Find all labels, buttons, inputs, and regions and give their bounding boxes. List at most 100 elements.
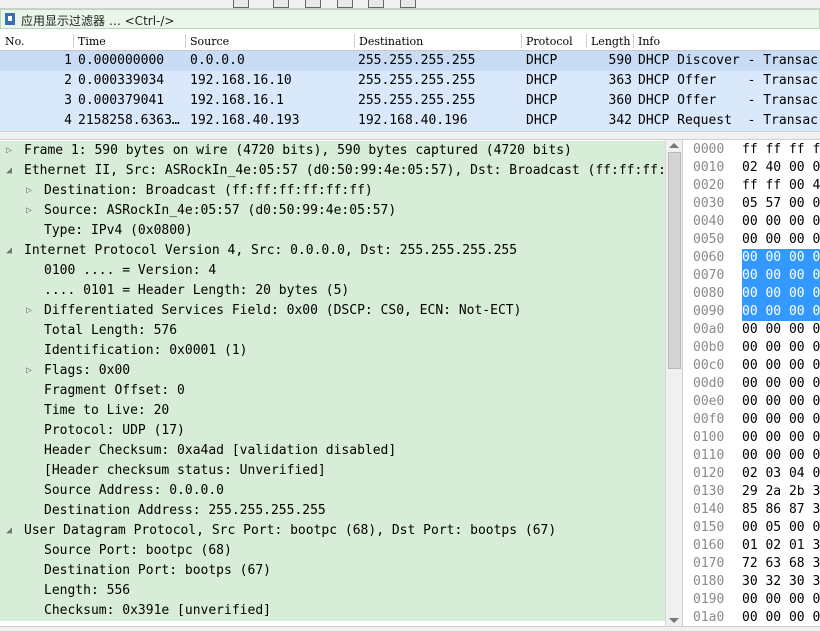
detail-field-row[interactable]: Length: 556 <box>0 581 665 601</box>
hex-row[interactable]: 0030 05 57 00 0 <box>683 195 820 213</box>
detail-text: Ethernet II, Src: ASRockIn_4e:05:57 (d0:… <box>24 163 665 178</box>
expand-arrow-down-icon[interactable]: ◢ <box>4 161 14 181</box>
hex-row[interactable]: 00a0 00 00 00 0 <box>683 321 820 339</box>
hex-bytes: 00 00 00 0 <box>742 412 820 427</box>
pane-splitter[interactable] <box>0 131 820 140</box>
hex-row[interactable]: 0040 00 00 00 0 <box>683 213 820 231</box>
hex-row[interactable]: 0100 00 00 00 0 <box>683 429 820 447</box>
expand-arrow-down-icon[interactable]: ◢ <box>4 241 14 261</box>
detail-field-row[interactable]: ▷ Destination: Broadcast (ff:ff:ff:ff:ff:… <box>0 181 665 201</box>
hex-row[interactable]: 0170 72 63 68 3 <box>683 555 820 573</box>
scroll-down-icon[interactable] <box>669 618 679 623</box>
hex-row[interactable]: 0180 30 32 30 3 <box>683 573 820 591</box>
toolbar-button[interactable] <box>273 0 289 8</box>
packet-bytes-pane[interactable]: 0000 ff ff ff f 0010 02 40 00 0 0020 ff ff 00… <box>682 140 820 626</box>
detail-field-row[interactable]: Fragment Offset: 0 <box>0 381 665 401</box>
details-scrollbar[interactable] <box>665 140 682 626</box>
packet-row[interactable]: 2 0.000339034 192.168.16.10 255.255.255.255… <box>0 71 820 91</box>
detail-text: 0100 .... = Version: 4 <box>44 263 217 278</box>
hex-row[interactable]: 0090 00 00 00 0 <box>683 303 820 321</box>
hex-row[interactable]: 00e0 00 00 00 0 <box>683 393 820 411</box>
display-filter-input[interactable]: 应用显示过滤器 … <Ctrl-/> <box>21 12 174 29</box>
expand-arrow-right-icon[interactable]: ▷ <box>24 181 34 201</box>
hex-row[interactable]: 0140 85 86 87 3 <box>683 501 820 519</box>
detail-protocol-row[interactable]: ◢ User Datagram Protocol, Src Port: bootp… <box>0 521 665 541</box>
packet-row[interactable]: 4 2158258.6363… 192.168.40.193 192.168.40.1… <box>0 111 820 131</box>
toolbar-button[interactable] <box>233 0 249 8</box>
expand-arrow-right-icon[interactable]: ▷ <box>24 201 34 221</box>
detail-field-row[interactable]: [Header checksum status: Unverified] <box>0 461 665 481</box>
hex-row[interactable]: 00f0 00 00 00 0 <box>683 411 820 429</box>
packet-cell-destination: 255.255.255.255 <box>358 73 476 88</box>
packet-list[interactable]: 1 0.000000000 0.0.0.0 255.255.255.255 DHCP 59… <box>0 51 820 131</box>
hex-row[interactable]: 0150 00 05 00 0 <box>683 519 820 537</box>
column-header-time[interactable]: Time <box>78 35 106 48</box>
hex-bytes: 00 00 00 0 <box>742 394 820 409</box>
scroll-up-icon[interactable] <box>669 143 679 148</box>
column-header-length[interactable]: Length <box>591 35 630 48</box>
scrollbar-thumb[interactable] <box>668 152 681 369</box>
detail-field-row[interactable]: ▷ Flags: 0x00 <box>0 361 665 381</box>
column-header-info[interactable]: Info <box>638 35 660 48</box>
toolbar-button[interactable] <box>400 0 416 8</box>
hex-offset: 00a0 <box>693 322 725 337</box>
detail-field-row[interactable]: Time to Live: 20 <box>0 401 665 421</box>
hex-row[interactable]: 00c0 00 00 00 0 <box>683 357 820 375</box>
hex-row[interactable]: 0020 ff ff 00 4 <box>683 177 820 195</box>
hex-row[interactable]: 0060 00 00 00 0 <box>683 249 820 267</box>
toolbar-button[interactable] <box>368 0 384 8</box>
hex-row[interactable]: 01a0 00 00 00 0 <box>683 609 820 626</box>
hex-row[interactable]: 0080 00 00 00 0 <box>683 285 820 303</box>
detail-field-row[interactable]: 0100 .... = Version: 4 <box>0 261 665 281</box>
bookmark-icon[interactable] <box>5 13 15 25</box>
hex-row[interactable]: 0010 02 40 00 0 <box>683 159 820 177</box>
horizontal-scrollbar[interactable] <box>0 626 820 631</box>
detail-field-row[interactable]: Header Checksum: 0xa4ad [validation disa… <box>0 441 665 461</box>
packet-cell-destination: 255.255.255.255 <box>358 93 476 108</box>
packet-cell-protocol: DHCP <box>526 113 558 128</box>
detail-field-row[interactable]: ▷ Source: ASRockIn_4e:05:57 (d0:50:99:4e:… <box>0 201 665 221</box>
hex-row[interactable]: 00d0 00 00 00 0 <box>683 375 820 393</box>
expand-arrow-down-icon[interactable]: ◢ <box>4 521 14 541</box>
hex-row[interactable]: 0120 02 03 04 0 <box>683 465 820 483</box>
hex-row[interactable]: 00b0 00 00 00 0 <box>683 339 820 357</box>
column-header-destination[interactable]: Destination <box>359 35 423 48</box>
detail-protocol-row[interactable]: ▷ Frame 1: 590 bytes on wire (4720 bits),… <box>0 141 665 161</box>
detail-field-row[interactable]: .... 0101 = Header Length: 20 bytes (5) <box>0 281 665 301</box>
expand-arrow-right-icon[interactable]: ▷ <box>24 301 34 321</box>
hex-row[interactable]: 0130 29 2a 2b 3 <box>683 483 820 501</box>
expand-arrow-right-icon[interactable]: ▷ <box>4 141 14 161</box>
hex-row[interactable]: 0050 00 00 00 0 <box>683 231 820 249</box>
packet-row-selected[interactable]: 1 0.000000000 0.0.0.0 255.255.255.255 DHCP 59… <box>0 51 820 71</box>
toolbar-button[interactable] <box>337 0 353 8</box>
toolbar-button[interactable] <box>305 0 321 8</box>
packet-cell-time: 0.000379041 <box>78 93 165 108</box>
packet-details-tree[interactable]: ▷ Frame 1: 590 bytes on wire (4720 bits),… <box>0 140 682 626</box>
column-header-source[interactable]: Source <box>190 35 229 48</box>
detail-field-row[interactable]: ▷ Differentiated Services Field: 0x00 (DS… <box>0 301 665 321</box>
hex-row[interactable]: 0000 ff ff ff f <box>683 141 820 159</box>
detail-protocol-row[interactable]: ◢ Ethernet II, Src: ASRockIn_4e:05:57 (d0… <box>0 161 665 181</box>
hex-row[interactable]: 0110 00 00 00 0 <box>683 447 820 465</box>
hex-row[interactable]: 0070 00 00 00 0 <box>683 267 820 285</box>
detail-field-row[interactable]: Type: IPv4 (0x0800) <box>0 221 665 241</box>
detail-field-row[interactable]: Destination Address: 255.255.255.255 <box>0 501 665 521</box>
detail-field-row[interactable]: Source Address: 0.0.0.0 <box>0 481 665 501</box>
detail-field-row[interactable]: Protocol: UDP (17) <box>0 421 665 441</box>
detail-text: Source Address: 0.0.0.0 <box>44 483 225 498</box>
detail-protocol-row[interactable]: ◢ Internet Protocol Version 4, Src: 0.0.0… <box>0 241 665 261</box>
detail-field-row[interactable]: Source Port: bootpc (68) <box>0 541 665 561</box>
column-header-no[interactable]: No. <box>5 35 25 48</box>
detail-field-row[interactable]: Identification: 0x0001 (1) <box>0 341 665 361</box>
column-header-protocol[interactable]: Protocol <box>526 35 573 48</box>
hex-row[interactable]: 0190 00 00 00 0 <box>683 591 820 609</box>
detail-field-row[interactable]: Checksum: 0x391e [unverified] <box>0 601 665 621</box>
packet-cell-source: 192.168.16.1 <box>190 93 284 108</box>
detail-text: Length: 556 <box>44 583 131 598</box>
packet-row[interactable]: 3 0.000379041 192.168.16.1 255.255.255.255 D… <box>0 91 820 111</box>
expand-arrow-right-icon[interactable]: ▷ <box>24 361 34 381</box>
detail-field-row[interactable]: Total Length: 576 <box>0 321 665 341</box>
display-filter-bar[interactable]: 应用显示过滤器 … <Ctrl-/> <box>0 9 820 29</box>
detail-field-row[interactable]: Destination Port: bootps (67) <box>0 561 665 581</box>
hex-row[interactable]: 0160 01 02 01 3 <box>683 537 820 555</box>
